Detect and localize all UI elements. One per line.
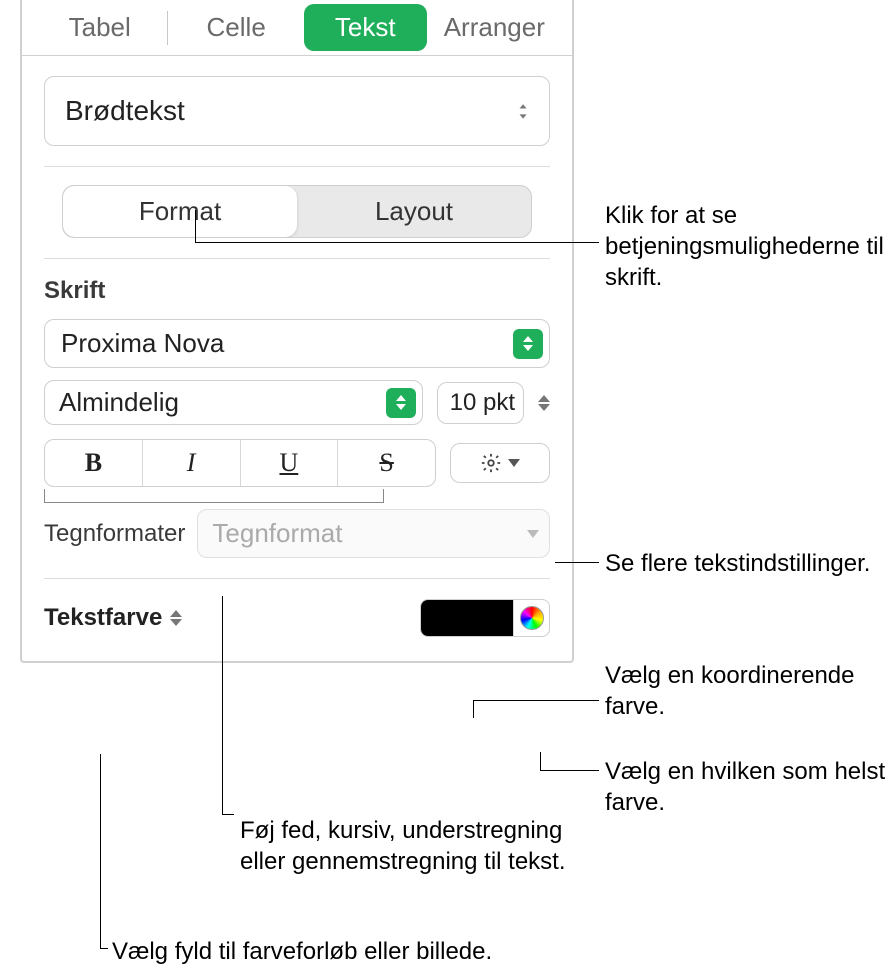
callout-line — [195, 242, 599, 243]
chevron-down-icon — [508, 459, 520, 467]
callout-line — [100, 948, 108, 949]
callout-coord-color: Vælg en koordinerende farve. — [605, 660, 890, 722]
callout-line — [195, 210, 196, 242]
tab-celle[interactable]: Celle — [168, 4, 303, 51]
callout-any-color: Vælg en hvilken som helst farve. — [605, 756, 890, 818]
callout-line — [555, 562, 599, 563]
strikethrough-button[interactable]: S — [338, 440, 435, 486]
paragraph-style-dropdown[interactable]: Brødtekst ▲▼ — [44, 76, 550, 146]
text-color-dropdown[interactable]: Tekstfarve — [44, 604, 182, 632]
paragraph-style-section: Brødtekst ▲▼ — [22, 56, 572, 146]
tab-tabel[interactable]: Tabel — [32, 4, 167, 51]
callout-fill: Vælg fyld til farveforløb eller billede. — [112, 936, 582, 967]
callout-line — [540, 752, 541, 770]
font-section-label: Skrift — [22, 259, 572, 309]
callout-line — [222, 814, 234, 815]
text-color-row: Tekstfarve — [44, 599, 550, 637]
color-wheel-icon — [520, 606, 544, 630]
callout-line — [222, 596, 223, 814]
callout-line — [473, 700, 474, 718]
callout-biu: Føj fed, kursiv, understregning eller ge… — [240, 815, 580, 877]
character-formats-select[interactable]: Tegnformat — [197, 509, 550, 558]
paragraph-style-value: Brødtekst — [65, 95, 185, 127]
font-weight-size-row: Almindelig 10 pkt — [44, 380, 550, 425]
color-swatch-button[interactable] — [421, 600, 513, 636]
advanced-options-button[interactable] — [450, 443, 550, 483]
dropdown-stepper-icon — [513, 329, 543, 359]
callout-line — [100, 754, 101, 948]
inspector-panel: Tabel Celle Tekst Arranger Brødtekst ▲▼ … — [20, 0, 574, 663]
inspector-tabs: Tabel Celle Tekst Arranger — [22, 0, 572, 56]
character-formats-label: Tegnformater — [44, 520, 185, 548]
color-controls — [420, 599, 550, 637]
divider — [44, 166, 550, 167]
font-size-field[interactable]: 10 pkt — [437, 382, 524, 424]
chevron-down-icon — [527, 530, 539, 538]
text-style-group: B I U S — [44, 439, 436, 487]
divider — [44, 578, 550, 579]
gear-icon — [480, 452, 502, 474]
tab-arranger[interactable]: Arranger — [427, 4, 562, 51]
font-family-select[interactable]: Proxima Nova — [44, 319, 550, 368]
character-formats-placeholder: Tegnformat — [212, 518, 342, 549]
text-subtabs: Format Layout — [62, 185, 532, 238]
tab-tekst[interactable]: Tekst — [304, 4, 427, 51]
font-weight-value: Almindelig — [59, 387, 179, 418]
text-color-label: Tekstfarve — [44, 604, 162, 632]
font-weight-select[interactable]: Almindelig — [44, 380, 423, 425]
character-formats-row: Tegnformater Tegnformat — [44, 509, 550, 558]
style-bracket — [44, 489, 384, 503]
subtab-format[interactable]: Format — [63, 186, 297, 237]
italic-button[interactable]: I — [143, 440, 241, 486]
color-wheel-button[interactable] — [513, 600, 549, 636]
chevron-updown-icon — [170, 610, 182, 626]
font-size-stepper[interactable] — [538, 395, 550, 411]
callout-format-tab: Klik for at se betjeningsmulighederne ti… — [605, 200, 885, 294]
subtab-layout[interactable]: Layout — [297, 186, 531, 237]
dropdown-stepper-icon — [386, 388, 416, 418]
underline-button[interactable]: U — [241, 440, 339, 486]
callout-line — [540, 770, 599, 771]
bold-button[interactable]: B — [45, 440, 143, 486]
callout-line — [473, 700, 599, 701]
chevron-updown-icon: ▲▼ — [517, 101, 529, 121]
font-family-value: Proxima Nova — [61, 328, 224, 359]
style-buttons-row: B I U S — [44, 439, 550, 487]
callout-gear: Se flere tekstindstillinger. — [605, 548, 885, 579]
font-size-value: 10 pkt — [450, 389, 515, 417]
